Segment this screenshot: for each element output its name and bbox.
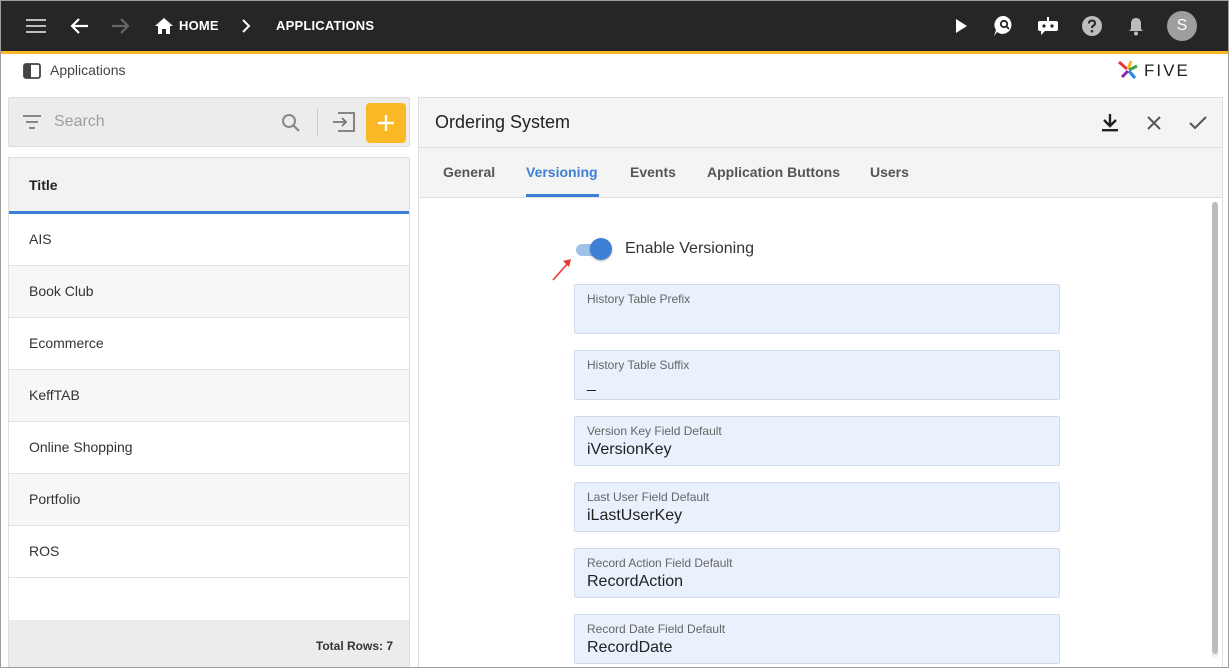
panel-toggle-icon[interactable] [23, 63, 41, 79]
download-icon[interactable] [1098, 111, 1122, 135]
column-header-title[interactable]: Title [9, 158, 409, 214]
list-item[interactable]: Portfolio [9, 474, 409, 526]
field-label: Version Key Field Default [587, 424, 722, 438]
field-value: _ [587, 375, 596, 392]
annotation-arrow-icon [549, 254, 579, 284]
close-icon[interactable] [1142, 111, 1166, 135]
page-title: Applications [50, 62, 126, 78]
play-icon[interactable] [948, 13, 974, 39]
field-value: iLastUserKey [587, 507, 683, 524]
import-icon[interactable] [332, 112, 356, 137]
scrollbar-thumb[interactable] [1212, 202, 1218, 654]
breadcrumb-home[interactable]: HOME [179, 18, 219, 33]
list-item-label: KeffTAB [29, 387, 80, 403]
field-value: iVersionKey [587, 441, 672, 458]
list-item[interactable]: ROS [9, 526, 409, 578]
logo-text: FIVE [1144, 61, 1190, 80]
column-header-label: Title [29, 177, 58, 193]
add-button[interactable] [366, 103, 406, 143]
list-item[interactable]: Online Shopping [9, 422, 409, 474]
chatbot-icon[interactable] [1035, 13, 1061, 39]
enable-versioning-toggle[interactable] [574, 238, 614, 260]
save-check-icon[interactable] [1186, 111, 1210, 135]
search-chat-icon[interactable] [991, 13, 1017, 39]
tab-events[interactable]: Events [630, 164, 676, 180]
tab-general[interactable]: General [443, 164, 495, 180]
last-user-field[interactable]: Last User Field Default iLastUserKey [574, 482, 1060, 532]
toggle-knob [590, 238, 612, 260]
field-value: RecordDate [587, 639, 673, 656]
field-label: History Table Suffix [587, 358, 690, 372]
list-item-label: Ecommerce [29, 335, 104, 351]
field-value: RecordAction [587, 573, 684, 590]
search-icon[interactable] [281, 113, 301, 138]
list-footer: Total Rows: 7 [9, 620, 409, 667]
detail-header: Ordering System [419, 98, 1222, 148]
search-input[interactable]: Search [54, 113, 105, 131]
help-icon[interactable] [1079, 13, 1105, 39]
history-table-suffix-field[interactable]: History Table Suffix _ [574, 350, 1060, 400]
active-tab-indicator [526, 194, 599, 197]
notification-bell-icon[interactable] [1123, 13, 1149, 39]
home-icon[interactable] [151, 13, 177, 39]
field-label: Last User Field Default [587, 490, 710, 504]
enable-versioning-label: Enable Versioning [625, 240, 754, 257]
tab-versioning[interactable]: Versioning [526, 164, 598, 180]
menu-icon[interactable] [23, 13, 49, 39]
breadcrumb-applications[interactable]: APPLICATIONS [276, 18, 374, 33]
list-item[interactable]: AIS [9, 214, 409, 266]
list-item-label: Portfolio [29, 491, 81, 507]
back-arrow-icon[interactable] [67, 13, 93, 39]
list-item[interactable]: KeffTAB [9, 370, 409, 422]
search-bar: Search [8, 97, 410, 147]
divider [317, 108, 318, 136]
record-title: Ordering System [435, 112, 571, 132]
applications-list: Title AIS Book Club Ecommerce KeffTAB On… [8, 157, 410, 667]
list-panel: Search Title AIS Book Club Ecommerce Kef… [8, 97, 410, 667]
field-label: Record Date Field Default [587, 622, 726, 636]
tab-application-buttons[interactable]: Application Buttons [707, 164, 840, 180]
tab-bar: General Versioning Events Application Bu… [419, 148, 1222, 198]
top-bar-accent [1, 51, 1228, 54]
version-key-field[interactable]: Version Key Field Default iVersionKey [574, 416, 1060, 466]
detail-panel: Ordering System General Versioning Event… [418, 97, 1223, 667]
list-item-label: Online Shopping [29, 439, 133, 455]
tab-users[interactable]: Users [870, 164, 909, 180]
list-item-label: ROS [29, 543, 60, 559]
record-action-field[interactable]: Record Action Field Default RecordAction [574, 548, 1060, 598]
record-date-field[interactable]: Record Date Field Default RecordDate [574, 614, 1060, 664]
avatar-initial: S [1176, 17, 1188, 34]
avatar[interactable]: S [1167, 11, 1197, 41]
app-window: HOME APPLICATIONS S Applications FIVE Se… [0, 0, 1229, 668]
field-label: History Table Prefix [587, 292, 691, 306]
forward-arrow-icon[interactable] [107, 13, 133, 39]
plus-icon [378, 115, 394, 131]
filter-icon[interactable] [23, 115, 41, 134]
list-item[interactable]: Book Club [9, 266, 409, 318]
list-item-label: Book Club [29, 283, 94, 299]
field-label: Record Action Field Default [587, 556, 733, 570]
list-item[interactable]: Ecommerce [9, 318, 409, 370]
chevron-right-icon [233, 13, 259, 39]
total-rows: Total Rows: 7 [315, 639, 393, 653]
top-bar: HOME APPLICATIONS S [1, 1, 1228, 51]
list-item-label: AIS [29, 231, 52, 247]
five-logo: FIVE [1117, 57, 1207, 83]
history-table-prefix-field[interactable]: History Table Prefix [574, 284, 1060, 334]
